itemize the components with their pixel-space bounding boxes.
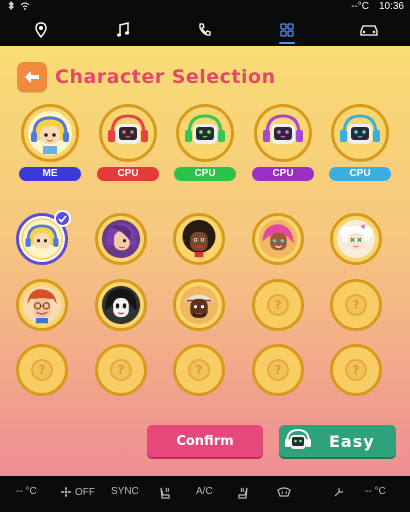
game-screen: Character Selection ME CPU CPU CPU CPU ?… [0, 46, 410, 476]
sync-button[interactable]: SYNC [111, 486, 139, 497]
back-button[interactable] [17, 62, 47, 92]
right-temp[interactable]: -- °C [365, 486, 386, 497]
nav-car[interactable] [349, 14, 389, 46]
car-icon [360, 25, 378, 36]
character-slot-empty[interactable]: ? [173, 344, 225, 396]
locked-placeholder-icon: ? [188, 359, 210, 381]
seat-heat-icon [238, 487, 248, 499]
character-slot-empty[interactable]: ? [16, 344, 68, 396]
airflow-icon [334, 488, 343, 497]
seat-heat-left[interactable] [158, 486, 172, 500]
afro-avatar-icon [182, 219, 216, 258]
location-icon [35, 22, 47, 38]
robot-red-headphones-icon [108, 114, 148, 144]
bluetooth-icon [8, 1, 14, 10]
character-slot-black-hair[interactable] [95, 279, 147, 331]
black-hair-pale-avatar-icon [101, 285, 141, 325]
phone-icon [199, 23, 211, 36]
character-slot-empty[interactable]: ? [330, 344, 382, 396]
player-tag-cpu-2: CPU [174, 167, 236, 181]
seat-heat-right[interactable] [236, 486, 250, 500]
defrost-button[interactable] [276, 486, 292, 498]
fan-status: OFF [75, 486, 95, 498]
climate-bar: -- °C OFF SYNC A/C -- °C [0, 476, 410, 512]
purple-hair-avatar-icon [101, 219, 141, 259]
outside-temp: --°C [351, 1, 369, 12]
robot-blue-headphones-icon [340, 114, 380, 144]
white-hair-avatar-icon [336, 219, 376, 259]
airflow-button[interactable] [333, 486, 345, 498]
blonde-headphones-avatar-icon [22, 219, 62, 259]
robot-purple-headphones-icon [263, 114, 303, 144]
pink-hair-avatar-icon [258, 219, 298, 259]
character-slot-purple-hair[interactable] [95, 213, 147, 265]
clock: 10:36 [378, 1, 404, 12]
character-slot-blonde[interactable] [16, 210, 71, 265]
fan-control[interactable]: OFF [60, 486, 95, 498]
locked-placeholder-icon: ? [110, 359, 132, 381]
character-slot-white-hair[interactable] [330, 213, 382, 265]
player-tag-cpu-1: CPU [97, 167, 159, 181]
player-tag-me: ME [19, 167, 81, 181]
top-nav [0, 14, 410, 46]
wifi-icon [20, 2, 30, 10]
locked-placeholder-icon: ? [267, 359, 289, 381]
character-slot-pink-hair[interactable] [252, 213, 304, 265]
locked-placeholder-icon: ? [345, 294, 367, 316]
robot-icon [285, 428, 311, 449]
nav-map[interactable] [21, 14, 61, 46]
player-slot-4[interactable] [254, 104, 312, 162]
player-tag-cpu-3: CPU [252, 167, 314, 181]
apps-icon [280, 23, 294, 37]
player-slot-5[interactable] [331, 104, 389, 162]
character-slot-dark-hat[interactable] [173, 279, 225, 331]
blonde-headphones-avatar-icon [28, 111, 72, 155]
locked-placeholder-icon: ? [345, 359, 367, 381]
nav-apps[interactable] [267, 14, 307, 46]
selected-check-icon [54, 210, 71, 227]
red-hair-glasses-avatar-icon [22, 285, 62, 325]
robot-green-headphones-icon [185, 114, 225, 144]
status-bar: --°C 10:36 [0, 0, 410, 14]
character-slot-empty[interactable]: ? [252, 344, 304, 396]
page-title: Character Selection [55, 66, 276, 88]
fan-icon [61, 487, 71, 497]
confirm-button[interactable]: Confirm [147, 425, 263, 457]
difficulty-button[interactable]: Easy [279, 425, 396, 457]
back-arrow-icon [25, 71, 39, 83]
nav-music[interactable] [103, 14, 143, 46]
ac-button[interactable]: A/C [196, 486, 213, 497]
character-slot-afro[interactable] [173, 213, 225, 265]
player-slot-2[interactable] [99, 104, 157, 162]
header: Character Selection [17, 62, 276, 92]
character-slot-empty[interactable]: ? [252, 279, 304, 331]
player-slot-1[interactable] [21, 104, 79, 162]
defrost-icon [277, 487, 291, 497]
difficulty-label: Easy [329, 431, 375, 451]
nav-phone[interactable] [185, 14, 225, 46]
character-slot-empty[interactable]: ? [95, 344, 147, 396]
music-icon [117, 22, 129, 37]
player-slot-3[interactable] [176, 104, 234, 162]
seat-heat-icon [160, 487, 170, 499]
left-temp[interactable]: -- °C [16, 486, 37, 497]
locked-placeholder-icon: ? [267, 294, 289, 316]
dark-hat-avatar-icon [179, 285, 219, 325]
character-slot-empty[interactable]: ? [330, 279, 382, 331]
character-slot-red-hair[interactable] [16, 279, 68, 331]
player-tag-cpu-4: CPU [329, 167, 391, 181]
locked-placeholder-icon: ? [31, 359, 53, 381]
